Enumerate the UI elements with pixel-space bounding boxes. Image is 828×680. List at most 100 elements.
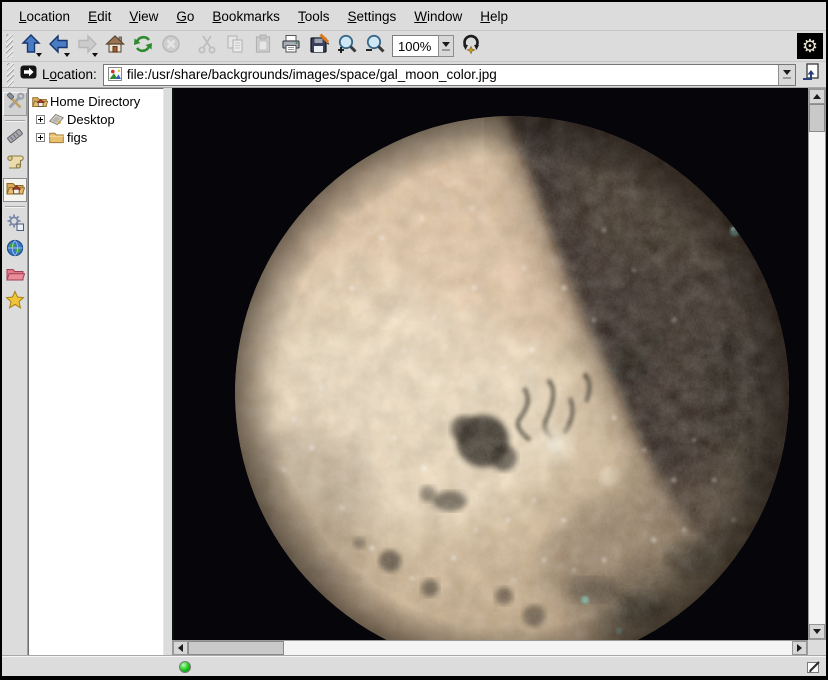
status-bar [2,656,826,676]
zoom-out-button[interactable] [361,32,389,60]
tree-item-home-directory[interactable]: Home Directory [31,92,163,110]
forward-dropdown-arrow-icon[interactable] [92,53,98,57]
paste-button[interactable] [249,32,277,60]
combo-dash [783,77,791,79]
main-area: Home Directory Desktop figs [2,88,826,656]
sidebar-services-button[interactable] [3,212,27,236]
print-button[interactable] [277,32,305,60]
tree-item-label[interactable]: figs [67,130,87,145]
location-toolbar-handle[interactable] [7,63,14,87]
configure-icon [5,92,25,117]
go-icon [801,62,821,87]
zoom-out-icon [364,33,386,60]
go-button[interactable] [799,63,823,87]
menu-tools[interactable]: Tools [289,5,339,28]
up-dropdown-arrow-icon[interactable] [36,53,42,57]
menu-view[interactable]: View [120,5,167,28]
sidebar-history-button[interactable] [3,152,27,176]
forward-button[interactable] [73,32,101,60]
sidebar-icon-strip [2,88,28,656]
toolbar-handle[interactable] [6,34,13,58]
scroll-down-button[interactable] [809,624,825,639]
statusbar-grip-icon[interactable] [806,659,822,675]
panel-splitter[interactable] [164,88,172,656]
status-led-icon [179,661,191,673]
arrow-down-icon [813,629,821,634]
zoom-in-button[interactable] [333,32,361,60]
up-button[interactable] [17,32,45,60]
copy-button[interactable] [221,32,249,60]
clear-location-button[interactable] [18,65,40,85]
devices-icon [5,126,25,151]
menu-bookmarks[interactable]: Bookmarks [203,5,289,28]
zoom-level-combo[interactable]: 100% [392,34,454,58]
reload-button[interactable] [129,32,157,60]
horizontal-scrollbar[interactable] [172,640,808,656]
vscroll-column [808,88,826,656]
menu-window[interactable]: Window [405,5,471,28]
tree-item-label[interactable]: Home Directory [50,94,140,109]
menu-go[interactable]: Go [167,5,203,28]
horizontal-scroll-thumb[interactable] [188,641,284,655]
konqueror-window: Location Edit View Go Bookmarks Tools Se… [0,0,828,680]
save-as-button[interactable] [305,32,333,60]
vertical-scrollbar[interactable] [808,88,826,640]
home-button[interactable] [101,32,129,60]
location-input[interactable]: file:/usr/share/backgrounds/images/space… [103,64,796,86]
rotate-icon [460,33,482,60]
arrow-right-icon [797,644,802,652]
strip-separator [5,206,25,208]
location-toolbar: Location: file:/usr/share/backgrounds/im… [2,62,826,88]
expand-plus-icon[interactable] [36,115,45,124]
cut-button[interactable] [193,32,221,60]
clear-location-icon [20,64,38,85]
cut-icon [196,33,218,60]
location-value[interactable]: file:/usr/share/backgrounds/images/space… [127,67,778,82]
image-view [172,88,808,640]
scroll-up-button[interactable] [809,89,825,104]
menu-bar: Location Edit View Go Bookmarks Tools Se… [2,2,826,31]
back-button[interactable] [45,32,73,60]
zoom-level-value[interactable]: 100% [392,35,438,57]
back-dropdown-arrow-icon[interactable] [64,53,70,57]
zoom-combo-arrow-button[interactable] [438,35,454,57]
sidebar-home-folder-button[interactable] [3,178,27,202]
chevron-down-icon [442,42,450,47]
reload-icon [132,33,154,60]
home-folder-icon [5,178,25,203]
expand-plus-icon[interactable] [36,133,45,142]
menu-help[interactable]: Help [471,5,517,28]
stop-button[interactable] [157,32,185,60]
paste-icon [252,33,274,60]
view-column [172,88,808,656]
menu-edit[interactable]: Edit [79,5,120,28]
copy-icon [224,33,246,60]
tree-item-figs[interactable]: figs [31,128,163,146]
tree-item-desktop[interactable]: Desktop [31,110,163,128]
folder-tree-panel: Home Directory Desktop figs [28,88,164,656]
home-icon [104,33,126,60]
sidebar-configure-button[interactable] [3,92,27,116]
scroll-left-button[interactable] [173,641,188,655]
sidebar-bookmarks-button[interactable] [3,290,27,314]
vertical-scroll-thumb[interactable] [809,104,825,132]
strip-separator [5,120,25,122]
chevron-down-icon [783,70,791,75]
sidebar-devices-button[interactable] [3,126,27,150]
root-folder-icon [5,264,25,289]
scroll-right-button[interactable] [792,641,807,655]
sidebar-root-folder-button[interactable] [3,264,27,288]
network-icon [5,238,25,263]
tree-item-label[interactable]: Desktop [67,112,115,127]
moon-image [172,88,808,640]
bookmarks-icon [5,290,25,315]
sidebar-network-button[interactable] [3,238,27,262]
menu-settings[interactable]: Settings [338,5,405,28]
main-toolbar: 100% ⚙ [2,31,826,62]
arrow-left-icon [178,644,183,652]
rotate-button[interactable] [457,32,485,60]
location-dropdown-button[interactable] [778,65,795,85]
print-icon [280,33,302,60]
menu-location[interactable]: Location [10,5,79,28]
folder-icon [48,129,65,146]
